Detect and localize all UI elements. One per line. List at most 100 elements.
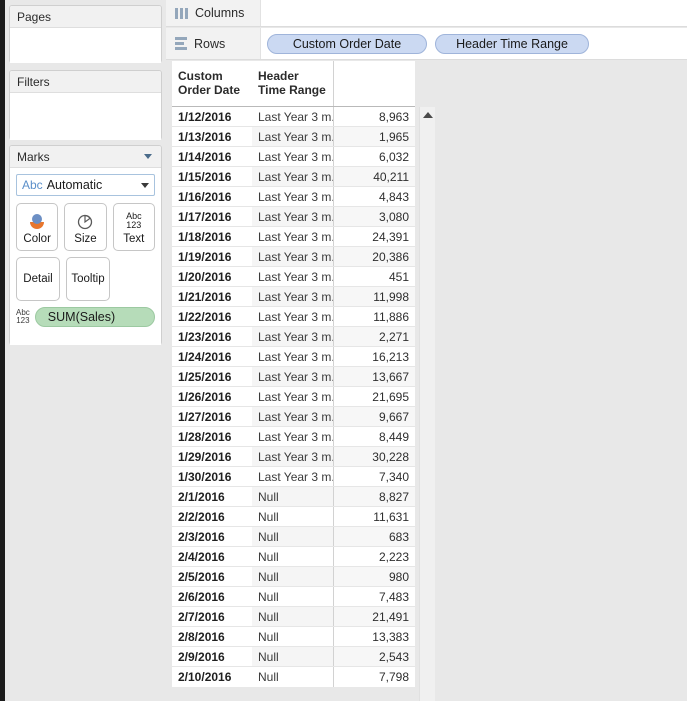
cell-sum-sales: 11,998 xyxy=(334,287,415,306)
cell-sum-sales: 8,827 xyxy=(334,487,415,506)
cell-custom-order-date: 1/14/2016 xyxy=(178,150,232,164)
table-body: 1/12/2016 Last Year 3 m.. 8,963 1/13/2016 La… xyxy=(172,107,415,687)
column-header-header-time-range[interactable]: Header Time Range xyxy=(252,61,334,106)
cell-custom-order-date: 1/13/2016 xyxy=(178,130,232,144)
cell-sum-sales: 40,211 xyxy=(334,167,415,186)
table-row[interactable]: 1/14/2016 Last Year 3 m.. 6,032 xyxy=(172,147,415,167)
table-row[interactable]: 1/26/2016 Last Year 3 m.. 21,695 xyxy=(172,387,415,407)
marks-size-button[interactable]: Size xyxy=(64,203,107,251)
table-row[interactable]: 2/4/2016 Null 2,223 xyxy=(172,547,415,567)
table-row[interactable]: 2/10/2016 Null 7,798 xyxy=(172,667,415,687)
cell-custom-order-date: 2/1/2016 xyxy=(178,490,225,504)
cell-custom-order-date: 1/15/2016 xyxy=(178,170,232,184)
table-row[interactable]: 1/21/2016 Last Year 3 m.. 11,998 xyxy=(172,287,415,307)
table-row[interactable]: 1/15/2016 Last Year 3 m.. 40,211 xyxy=(172,167,415,187)
cell-header-time-range: Last Year 3 m.. xyxy=(252,447,334,466)
table-row[interactable]: 1/28/2016 Last Year 3 m.. 8,449 xyxy=(172,427,415,447)
cell-custom-order-date: 1/21/2016 xyxy=(178,290,232,304)
marks-card-header: Marks xyxy=(10,146,161,168)
table-row[interactable]: 1/24/2016 Last Year 3 m.. 16,213 xyxy=(172,347,415,367)
columns-shelf-label: Columns xyxy=(166,0,261,26)
table-row[interactable]: 1/18/2016 Last Year 3 m.. 24,391 xyxy=(172,227,415,247)
rows-drop-zone[interactable]: Custom Order Date Header Time Range xyxy=(261,28,687,59)
filters-drop-zone[interactable] xyxy=(10,93,161,140)
marks-field-pill-sum-sales[interactable]: SUM(Sales) xyxy=(34,307,155,327)
table-row[interactable]: 1/27/2016 Last Year 3 m.. 9,667 xyxy=(172,407,415,427)
pages-drop-zone[interactable] xyxy=(10,28,161,63)
cell-sum-sales: 9,667 xyxy=(334,407,415,426)
marks-color-button[interactable]: Color xyxy=(16,203,59,251)
cell-custom-order-date: 2/5/2016 xyxy=(178,570,225,584)
marks-detail-button[interactable]: Detail xyxy=(16,257,60,301)
table-row[interactable]: 2/8/2016 Null 13,383 xyxy=(172,627,415,647)
cell-header-time-range: Last Year 3 m.. xyxy=(252,227,334,246)
rows-shelf-label: Rows xyxy=(166,28,261,59)
left-shelf-panel: Pages Filters Marks Abc Automatic Color … xyxy=(5,0,166,701)
cell-header-time-range: Last Year 3 m.. xyxy=(252,427,334,446)
vertical-scrollbar[interactable] xyxy=(419,107,435,701)
column-header-measure[interactable] xyxy=(334,61,415,106)
table-row[interactable]: 1/12/2016 Last Year 3 m.. 8,963 xyxy=(172,107,415,127)
cell-sum-sales: 451 xyxy=(388,270,409,284)
cell-header-time-range: Last Year 3 m.. xyxy=(252,247,334,266)
table-row[interactable]: 2/9/2016 Null 2,543 xyxy=(172,647,415,667)
cell-sum-sales: 8,449 xyxy=(378,430,409,444)
cell-custom-order-date: 1/22/2016 xyxy=(178,310,232,324)
cell-custom-order-date: 1/20/2016 xyxy=(178,270,232,284)
rows-pill-header-time-range[interactable]: Header Time Range xyxy=(435,33,589,54)
table-row[interactable]: 2/5/2016 Null 980 xyxy=(172,567,415,587)
marks-text-button[interactable]: Abc 123 Text xyxy=(112,203,155,251)
table-row[interactable]: 1/22/2016 Last Year 3 m.. 11,886 xyxy=(172,307,415,327)
table-row[interactable]: 1/16/2016 Last Year 3 m.. 4,843 xyxy=(172,187,415,207)
columns-drop-zone[interactable] xyxy=(261,0,687,26)
table-header-row: Custom Order Date Header Time Range xyxy=(172,61,415,107)
cell-header-time-range: Last Year 3 m.. xyxy=(252,407,334,426)
crosstab-table: Custom Order Date Header Time Range 1/12… xyxy=(172,61,415,687)
marks-buttons-row-2: Detail Tooltip xyxy=(16,257,155,301)
columns-shelf[interactable]: Columns xyxy=(166,0,687,27)
abc-icon: Abc xyxy=(22,178,43,192)
marks-field-row: Abc 123 SUM(Sales) xyxy=(16,307,155,327)
table-row[interactable]: 1/17/2016 Last Year 3 m.. 3,080 xyxy=(172,207,415,227)
cell-sum-sales: 13,667 xyxy=(334,367,415,386)
table-row[interactable]: 1/29/2016 Last Year 3 m.. 30,228 xyxy=(172,447,415,467)
cell-sum-sales: 683 xyxy=(334,527,415,546)
table-row[interactable]: 2/3/2016 Null 683 xyxy=(172,527,415,547)
table-row[interactable]: 1/25/2016 Last Year 3 m.. 13,667 xyxy=(172,367,415,387)
rows-pill-custom-order-date[interactable]: Custom Order Date xyxy=(267,33,427,54)
cell-sum-sales: 980 xyxy=(334,567,415,586)
table-row[interactable]: 1/30/2016 Last Year 3 m.. 7,340 xyxy=(172,467,415,487)
cell-sum-sales: 21,695 xyxy=(372,390,409,404)
marks-tooltip-label: Tooltip xyxy=(71,272,105,285)
rows-lines-icon xyxy=(175,37,187,50)
cell-custom-order-date: 1/30/2016 xyxy=(178,470,232,484)
table-row[interactable]: 1/20/2016 Last Year 3 m.. 451 xyxy=(172,267,415,287)
table-row[interactable]: 2/7/2016 Null 21,491 xyxy=(172,607,415,627)
cell-custom-order-date: 2/8/2016 xyxy=(178,630,225,644)
cell-header-time-range: Null xyxy=(252,627,334,646)
cell-sum-sales: 13,383 xyxy=(372,630,409,644)
filters-card-title: Filters xyxy=(17,74,50,89)
tableau-worksheet: Pages Filters Marks Abc Automatic Color … xyxy=(0,0,687,701)
table-row[interactable]: 2/2/2016 Null 11,631 xyxy=(172,507,415,527)
column-header-custom-order-date[interactable]: Custom Order Date xyxy=(172,61,252,106)
rows-shelf[interactable]: Rows Custom Order Date Header Time Range xyxy=(166,28,687,60)
table-row[interactable]: 2/6/2016 Null 7,483 xyxy=(172,587,415,607)
table-row[interactable]: 1/13/2016 Last Year 3 m.. 1,965 xyxy=(172,127,415,147)
scroll-up-arrow-icon[interactable] xyxy=(423,112,433,118)
cell-sum-sales: 24,391 xyxy=(372,230,409,244)
chevron-down-icon[interactable] xyxy=(144,154,152,159)
marks-tooltip-button[interactable]: Tooltip xyxy=(66,257,110,301)
cell-custom-order-date: 2/9/2016 xyxy=(178,650,225,664)
mark-type-value: Automatic xyxy=(46,178,103,192)
table-row[interactable]: 2/1/2016 Null 8,827 xyxy=(172,487,415,507)
cell-header-time-range: Null xyxy=(252,487,334,506)
table-row[interactable]: 1/19/2016 Last Year 3 m.. 20,386 xyxy=(172,247,415,267)
marks-color-label: Color xyxy=(23,232,51,245)
mark-type-dropdown[interactable]: Abc Automatic xyxy=(16,174,155,196)
cell-header-time-range: Last Year 3 m.. xyxy=(252,167,334,186)
cell-header-time-range: Last Year 3 m.. xyxy=(252,187,334,206)
cell-sum-sales: 2,271 xyxy=(334,327,415,346)
chevron-down-icon[interactable] xyxy=(141,182,149,188)
table-row[interactable]: 1/23/2016 Last Year 3 m.. 2,271 xyxy=(172,327,415,347)
